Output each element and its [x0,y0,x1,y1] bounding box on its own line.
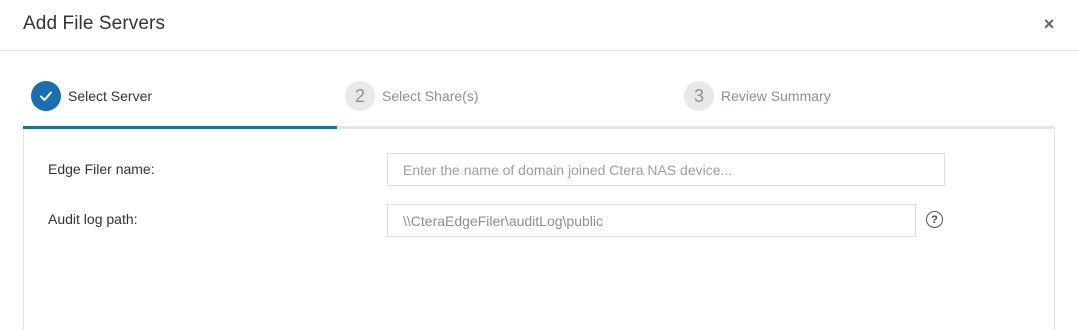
edge-filer-name-label: Edge Filer name: [48,161,155,177]
audit-log-path-label: Audit log path: [48,211,138,227]
step-label: Review Summary [721,88,831,104]
step-number: 3 [684,81,714,111]
checkmark-icon [31,81,61,111]
audit-log-path-input[interactable] [387,204,916,237]
step-label: Select Share(s) [382,88,479,104]
help-icon[interactable]: ? [926,211,943,228]
step-review-summary[interactable]: 3 Review Summary [684,80,831,112]
step-number: 2 [345,81,375,111]
step-label: Select Server [68,88,153,104]
step-select-server[interactable]: Select Server [31,80,152,112]
dialog-title: Add File Servers [23,13,166,34]
close-icon[interactable]: × [1040,14,1058,34]
add-file-servers-dialog: Add File Servers × Select Server 2 Selec… [0,0,1079,330]
dialog-header: Add File Servers × [0,0,1079,51]
step-select-shares[interactable]: 2 Select Share(s) [345,80,478,112]
edge-filer-name-input[interactable] [387,153,945,186]
